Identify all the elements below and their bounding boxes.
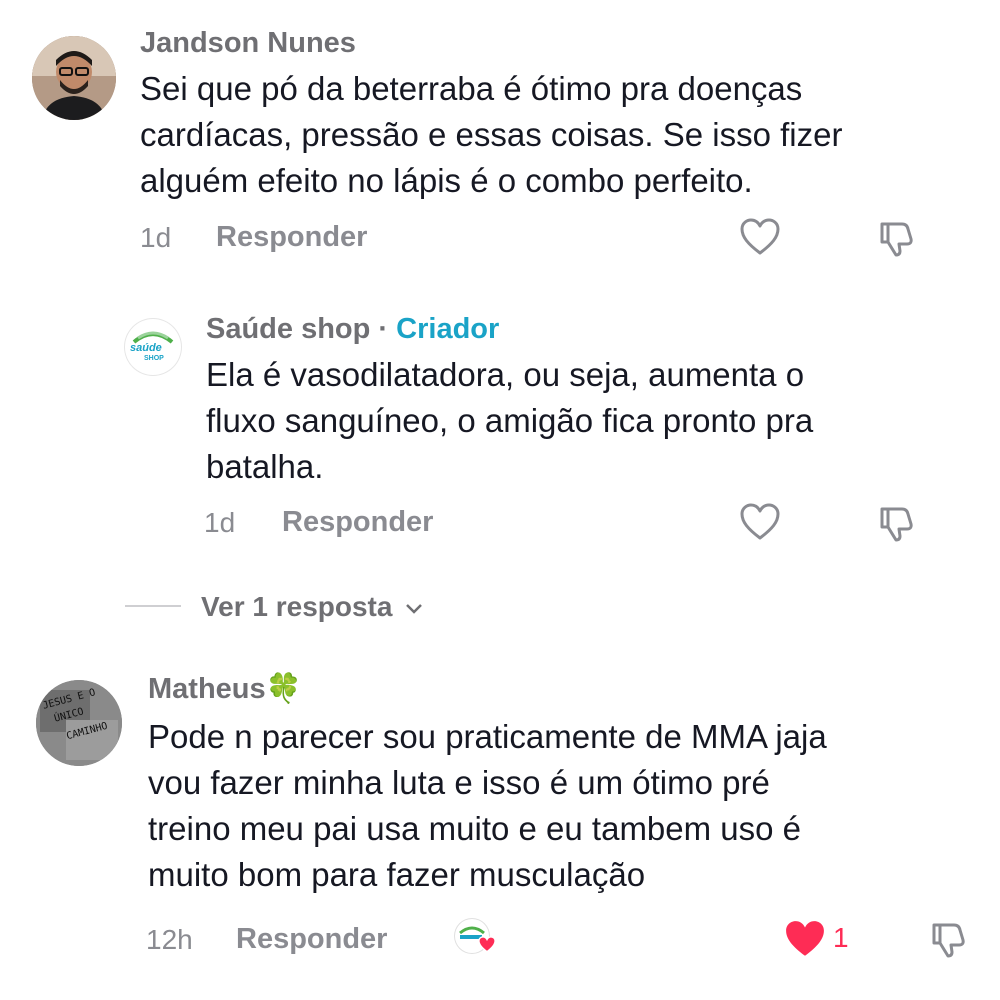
- like-count: 1: [833, 922, 849, 953]
- reply-button[interactable]: Responder: [236, 923, 387, 956]
- comment-text-line: Ela é vasodilatadora, ou seja, aumenta o: [206, 356, 805, 393]
- comment-text-line: Sei que pó da beterraba é ótimo pra doen…: [140, 70, 803, 107]
- comment-username-row: Saúde shop · Criador: [206, 313, 499, 346]
- dislike-icon[interactable]: [876, 503, 916, 543]
- comment-text-line: Pode n parecer sou praticamente de MMA j…: [148, 718, 827, 755]
- avatar-jandson[interactable]: [32, 36, 116, 120]
- comment-text: Ela é vasodilatadora, ou seja, aumenta o…: [206, 352, 966, 490]
- heart-icon: [478, 936, 496, 953]
- view-replies-label: Ver 1 resposta: [201, 591, 393, 622]
- comment-text-line: cardíacas, pressão e essas coisas. Se is…: [140, 116, 843, 153]
- comment-text-line: treino meu pai usa muito e eu tambem uso…: [148, 810, 802, 847]
- creator-badge: Criador: [396, 313, 500, 345]
- heart-filled-icon[interactable]: [784, 919, 826, 959]
- username-separator: ·: [378, 313, 389, 345]
- comment-username[interactable]: Jandson Nunes: [140, 27, 356, 60]
- comment-text-line: muito bom para fazer musculação: [148, 856, 646, 893]
- reply-button[interactable]: Responder: [216, 221, 367, 254]
- comment-text-line: alguém efeito no lápis é o combo perfeit…: [140, 162, 753, 199]
- dislike-icon[interactable]: [928, 919, 968, 959]
- comment-text-line: fluxo sanguíneo, o amigão fica pronto pr…: [206, 402, 814, 439]
- comment-time: 1d: [204, 507, 236, 538]
- avatar-saude-shop[interactable]: saúde SHOP: [124, 318, 182, 376]
- comment-username[interactable]: Matheus: [148, 673, 266, 705]
- comment-text: Pode n parecer sou praticamente de MMA j…: [148, 714, 978, 898]
- comment-text-line: batalha.: [206, 448, 324, 485]
- avatar-logo-subtext: SHOP: [144, 355, 164, 362]
- comment-time: 12h: [146, 924, 193, 955]
- heart-icon[interactable]: [740, 503, 780, 541]
- heart-icon[interactable]: [740, 218, 780, 256]
- comment-username-row: Matheus🍀: [148, 672, 302, 706]
- dislike-icon[interactable]: [876, 218, 916, 258]
- reply-button[interactable]: Responder: [282, 506, 433, 539]
- creator-liked-indicator: [454, 918, 498, 958]
- comment-text: Sei que pó da beterraba é ótimo pra doen…: [140, 66, 960, 204]
- clover-emoji: 🍀: [265, 673, 302, 705]
- avatar-matheus[interactable]: JESUS E O ÚNICO CAMINHO: [36, 680, 122, 766]
- view-replies-button[interactable]: Ver 1 resposta: [201, 591, 424, 623]
- comment-time: 1d: [140, 222, 172, 253]
- avatar-logo-text: saúde: [130, 342, 162, 354]
- comment-text-line: vou fazer minha luta e isso é um ótimo p…: [148, 764, 770, 801]
- replies-divider: [125, 605, 181, 607]
- chevron-down-icon: [404, 602, 424, 616]
- comment-username[interactable]: Saúde shop: [206, 313, 370, 345]
